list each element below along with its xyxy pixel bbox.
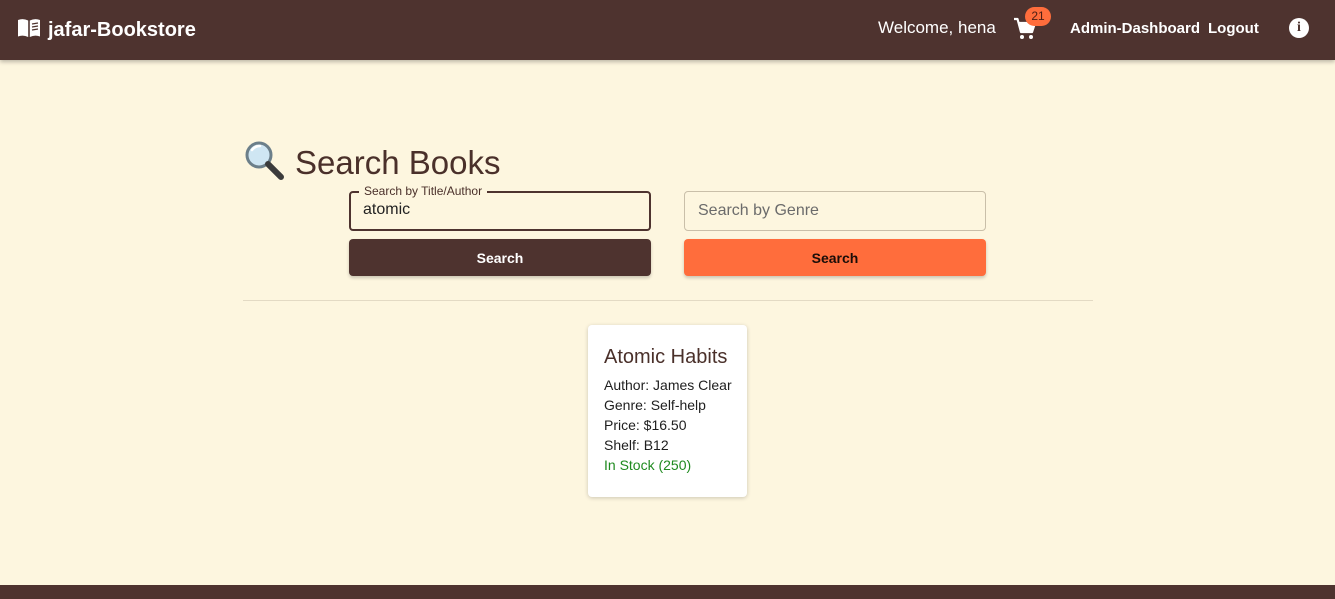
magnifier-icon: [243, 140, 285, 185]
genre-field[interactable]: [684, 191, 986, 231]
book-title: Atomic Habits: [604, 346, 728, 368]
search-genre-button[interactable]: Search: [684, 239, 986, 276]
title-author-field[interactable]: Search by Title/Author: [349, 184, 651, 231]
brand[interactable]: jafar-Bookstore: [17, 17, 196, 44]
book-card[interactable]: Atomic Habits Author: James Clear Genre:…: [588, 325, 747, 497]
open-book-icon: [17, 17, 41, 44]
cart-count-badge: 21: [1025, 7, 1051, 26]
info-icon[interactable]: i: [1289, 18, 1309, 38]
footer: [0, 585, 1335, 599]
book-stock-status: In Stock (250): [604, 457, 692, 473]
book-author: Author: James Clear: [604, 377, 732, 393]
admin-dashboard-link[interactable]: Admin-Dashboard: [1070, 20, 1200, 37]
welcome-text: Welcome, hena: [878, 18, 996, 37]
book-genre: Genre: Self-help: [604, 397, 706, 413]
book-price: Price: $16.50: [604, 417, 687, 433]
search-title-button[interactable]: Search: [349, 239, 651, 276]
page-title: Search Books: [295, 143, 501, 181]
app-bar: jafar-Bookstore Welcome, hena 21 Admin-D…: [0, 0, 1335, 60]
title-author-input[interactable]: [363, 201, 633, 219]
genre-input[interactable]: [698, 202, 968, 220]
title-author-label: Search by Title/Author: [359, 184, 488, 198]
book-shelf: Shelf: B12: [604, 437, 669, 453]
brand-title: jafar-Bookstore: [48, 19, 196, 41]
divider: [243, 300, 1093, 301]
logout-link[interactable]: Logout: [1208, 20, 1259, 37]
page-heading: Search Books: [243, 140, 500, 185]
